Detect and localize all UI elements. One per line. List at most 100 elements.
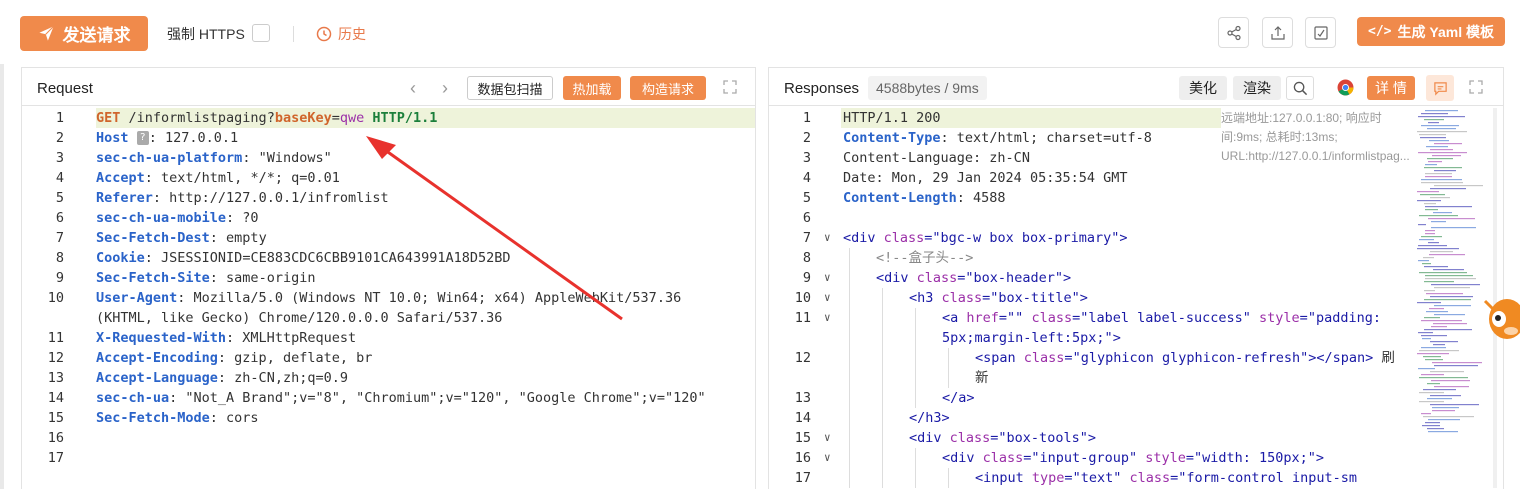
line-number: 6 [802, 210, 811, 226]
minimap-line [1421, 347, 1446, 349]
minimap-line [1421, 236, 1442, 238]
line-number: 12 [794, 350, 811, 366]
minimap-line [1417, 131, 1467, 133]
line-number: 16 [47, 430, 64, 446]
minimap-line [1417, 302, 1441, 304]
generate-yaml-label: 生成 Yaml 模板 [1397, 23, 1494, 40]
minimap-line [1419, 134, 1446, 136]
html-attr: style [1259, 310, 1300, 326]
minimap-line [1434, 143, 1462, 145]
indent-guide [882, 348, 883, 368]
edit-icon [1313, 25, 1328, 40]
html-attr: class [883, 230, 925, 246]
code-minimap[interactable] [1415, 108, 1487, 438]
indent-guide [882, 308, 883, 328]
minimap-line [1422, 425, 1440, 427]
share-icon [1226, 25, 1241, 40]
minimap-line [1423, 257, 1434, 259]
minimap-line [1417, 353, 1449, 355]
header-value: : same-origin [209, 270, 316, 286]
minimap-line [1425, 359, 1443, 361]
beautify-button[interactable]: 美化 [1179, 76, 1227, 100]
indent-guide [882, 328, 883, 348]
line-number: 10 [47, 290, 64, 306]
code-text: <div class="input-group" style="width: 1… [942, 448, 1324, 468]
construct-request-button[interactable]: 构造请求 [630, 76, 706, 100]
code-text: </a> [942, 388, 975, 408]
fold-chevron-icon: ∨ [824, 451, 831, 464]
code-line: 2 Content-Type: text/html; charset=utf-8 [769, 128, 1503, 148]
minimap-line [1431, 227, 1476, 229]
minimap-line [1433, 344, 1445, 346]
search-button[interactable] [1286, 76, 1314, 100]
clock-icon [316, 26, 332, 42]
html-tag: <div [942, 450, 983, 466]
header-key: Content-Language [843, 150, 974, 166]
minimap-line [1428, 242, 1439, 244]
minimap-line [1423, 356, 1441, 358]
history-button[interactable]: 历史 [316, 24, 366, 44]
minimap-line [1418, 368, 1435, 370]
code-text: Content-Language: zh-CN [843, 148, 1030, 168]
toolbar-divider [293, 26, 294, 42]
minimap-line [1417, 200, 1441, 202]
line-number: 9 [55, 270, 64, 286]
minimap-line [1426, 311, 1448, 313]
code-text: sec-ch-ua-platform: "Windows" [96, 148, 332, 168]
header-value: : "Windows" [242, 150, 332, 166]
export-button[interactable] [1262, 17, 1293, 48]
header-key: Cookie [96, 250, 145, 266]
code-line: 4 Date: Mon, 29 Jan 2024 05:35:54 GMT [769, 168, 1503, 188]
indent-guide [948, 368, 949, 388]
minimap-line [1426, 146, 1448, 148]
expand-icon[interactable] [723, 80, 737, 94]
minimap-line [1418, 332, 1433, 334]
comment-button[interactable] [1426, 75, 1454, 101]
minimap-line [1426, 293, 1463, 295]
html-tag: = [1185, 450, 1194, 466]
minimap-line [1425, 110, 1458, 112]
indent-guide [849, 428, 850, 448]
force-https-checkbox[interactable] [252, 24, 270, 42]
expand-icon[interactable] [1469, 80, 1483, 94]
minimap-line [1421, 335, 1447, 337]
minimap-line [1433, 323, 1467, 325]
line-number: 2 [802, 130, 811, 146]
packet-scan-button[interactable]: 数据包扫描 [467, 76, 553, 100]
html-attr: href [966, 310, 999, 326]
line-number: 7 [55, 230, 64, 246]
request-panel: Request ‹ › 数据包扫描 热加载 构造请求 1 GET /informl… [21, 67, 756, 489]
chrome-icon[interactable] [1337, 79, 1354, 96]
mascot-icon[interactable] [1481, 291, 1520, 343]
minimap-line [1425, 233, 1435, 235]
chevron-left-icon[interactable]: ‹ [410, 78, 416, 99]
minimap-line [1421, 320, 1462, 322]
response-size-badge: 4588bytes / 9ms [868, 76, 987, 100]
indent-guide [849, 308, 850, 328]
minimap-line [1434, 314, 1465, 316]
indent-guide [849, 268, 850, 288]
share-button[interactable] [1218, 17, 1249, 48]
detail-button[interactable]: 详 情 [1367, 76, 1415, 100]
html-attr: class [941, 290, 983, 306]
header-value: : gzip, deflate, br [217, 350, 373, 366]
hot-reload-button[interactable]: 热加载 [563, 76, 621, 100]
generate-yaml-button[interactable]: </> 生成 Yaml 模板 [1357, 17, 1505, 46]
minimap-line [1421, 182, 1463, 184]
chevron-right-icon[interactable]: › [442, 78, 448, 99]
code-text: <h3 class="box-title"> [909, 288, 1088, 308]
minimap-line [1419, 215, 1458, 217]
request-panel-header: Request ‹ › 数据包扫描 热加载 构造请求 [22, 68, 755, 106]
minimap-line [1430, 371, 1464, 373]
header-value: : XMLHttpRequest [226, 330, 357, 346]
line-number: 5 [802, 190, 811, 206]
line-number: 5 [55, 190, 64, 206]
send-request-button[interactable]: 发送请求 [20, 16, 148, 51]
edit-button[interactable] [1305, 17, 1336, 48]
paper-plane-icon [38, 26, 54, 41]
minimap-line [1420, 194, 1445, 196]
minimap-line [1419, 239, 1434, 241]
html-string: "width: 150px;" [1194, 450, 1316, 466]
code-text: Host ?: 127.0.0.1 [96, 128, 238, 148]
render-button[interactable]: 渲染 [1233, 76, 1281, 100]
